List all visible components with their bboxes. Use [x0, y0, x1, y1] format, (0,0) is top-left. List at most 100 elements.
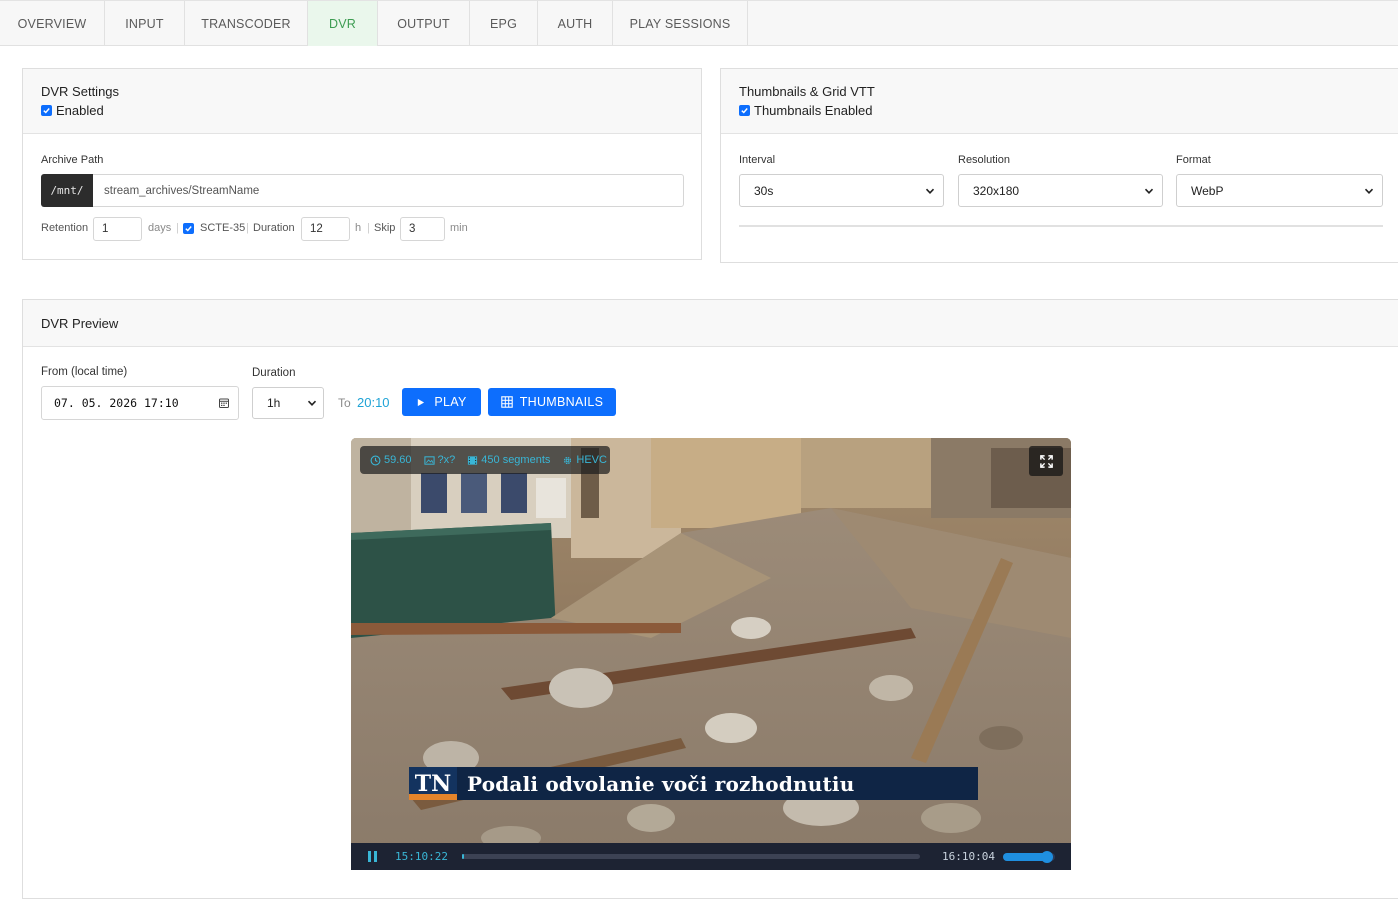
tab-play-sessions-label: PLAY SESSIONS	[629, 16, 731, 31]
tab-epg[interactable]: EPG	[470, 1, 538, 46]
tab-dvr[interactable]: DVR	[308, 1, 378, 46]
separator: |	[246, 222, 249, 234]
dvr-settings-card: DVR Settings Enabled Archive Path /mnt/ …	[22, 68, 702, 260]
progress-fill	[461, 854, 464, 859]
interval-value: 30s	[754, 183, 774, 198]
duration-input[interactable]: 12	[301, 217, 350, 241]
dvr-preview-title: DVR Preview	[41, 316, 119, 331]
skip-label: Skip	[374, 222, 396, 234]
format-label: Format	[1176, 154, 1211, 166]
thumbnails-card: Thumbnails & Grid VTT Thumbnails Enabled…	[720, 68, 1398, 263]
thumbnails-button-label: THUMBNAILS	[519, 395, 604, 409]
tab-auth[interactable]: AUTH	[538, 1, 613, 46]
separator: |	[367, 222, 370, 234]
volume-slider[interactable]	[1002, 850, 1055, 863]
tab-bar: OVERVIEW INPUT TRANSCODER DVR OUTPUT EPG…	[0, 0, 1398, 46]
dvr-preview-header: DVR Preview	[23, 300, 1398, 347]
channel-logo-text: TN	[414, 770, 452, 797]
image-icon	[423, 455, 435, 465]
gear-icon	[564, 456, 572, 464]
duration-select[interactable]: 1h	[252, 387, 324, 419]
thumbnails-button[interactable]: THUMBNAILS	[488, 388, 616, 416]
separator: |	[176, 222, 179, 234]
chevron-down-icon	[925, 188, 935, 194]
clock-icon	[370, 455, 381, 465]
resolution-select[interactable]: 320x180	[958, 174, 1163, 207]
thumbnails-enabled-label: Thumbnails Enabled	[754, 103, 873, 118]
resolution-info: ?x?	[423, 454, 456, 466]
archive-path-group: /mnt/ stream_archives/StreamName	[41, 174, 684, 207]
news-lower-third: TN Podali odvolanie voči rozhodnutiu	[409, 767, 978, 800]
archive-path-label: Archive Path	[41, 154, 104, 166]
pause-icon	[368, 850, 371, 862]
from-label: From (local time)	[41, 366, 128, 378]
skip-unit: min	[450, 222, 468, 234]
from-datetime-input[interactable]: 07. 05. 2026 17:10	[41, 386, 239, 420]
film-icon	[468, 455, 478, 465]
fullscreen-button[interactable]	[1029, 446, 1063, 476]
calendar-icon[interactable]	[218, 397, 230, 409]
to-label: To	[338, 396, 351, 410]
chevron-down-icon	[307, 400, 317, 406]
tab-output-label: OUTPUT	[397, 16, 450, 31]
progress-track[interactable]	[461, 854, 920, 859]
tab-transcoder-label: TRANSCODER	[201, 16, 291, 31]
retention-input[interactable]: 1	[93, 217, 142, 241]
dvr-settings-title: DVR Settings	[41, 84, 120, 99]
play-icon	[418, 398, 425, 406]
format-value: WebP	[1191, 183, 1224, 198]
to-time: 20:10	[357, 395, 390, 410]
codec-value: HEVC	[576, 454, 607, 466]
dvr-enabled-label: Enabled	[56, 103, 104, 118]
format-select[interactable]: WebP	[1176, 174, 1383, 207]
resolution-label: Resolution	[958, 154, 1010, 166]
tab-transcoder[interactable]: TRANSCODER	[185, 1, 308, 46]
skip-input[interactable]: 3	[400, 217, 445, 241]
tab-overview[interactable]: OVERVIEW	[0, 1, 105, 46]
play-button[interactable]: PLAY	[402, 388, 481, 416]
dvr-enabled-checkbox[interactable]	[41, 105, 52, 116]
end-time: 16:10:04	[941, 850, 995, 863]
check-icon	[185, 226, 192, 232]
fps-value: 59.60	[384, 454, 412, 466]
check-icon	[741, 108, 748, 114]
scte-checkbox[interactable]	[183, 223, 194, 234]
video-player[interactable]: 59.60 ?x? 450 segments HEVC TN Podali od…	[351, 438, 1071, 870]
player-controls: 15:10:22 16:10:04	[351, 843, 1071, 870]
thumbnails-title: Thumbnails & Grid VTT	[739, 84, 875, 99]
logo-accent-bar	[409, 794, 457, 800]
segments-info: 450 segments	[467, 454, 550, 466]
pause-icon	[374, 850, 377, 862]
tab-epg-label: EPG	[490, 16, 517, 31]
duration-select-value: 1h	[267, 396, 281, 410]
duration-select-label: Duration	[252, 367, 296, 379]
scte-label: SCTE-35	[200, 222, 246, 234]
current-time: 15:10:22	[395, 850, 448, 863]
tab-output[interactable]: OUTPUT	[378, 1, 470, 46]
fps-info: 59.60	[370, 454, 412, 466]
thumbnails-enabled-toggle[interactable]: Thumbnails Enabled	[739, 103, 1392, 118]
pause-button[interactable]	[368, 850, 380, 863]
interval-select[interactable]: 30s	[739, 174, 944, 207]
codec-info: HEVC	[562, 454, 607, 466]
thumbnails-progress-track	[739, 225, 1383, 227]
dvr-enabled-toggle[interactable]: Enabled	[41, 103, 683, 118]
fullscreen-icon	[1039, 454, 1053, 468]
check-icon	[43, 108, 50, 114]
tab-input-label: INPUT	[125, 16, 164, 31]
play-button-label: PLAY	[434, 395, 467, 409]
archive-path-input[interactable]: stream_archives/StreamName	[93, 174, 684, 207]
resolution-value: 320x180	[973, 183, 1020, 198]
tab-play-sessions[interactable]: PLAY SESSIONS	[613, 1, 748, 46]
path-prefix: /mnt/	[41, 174, 93, 207]
news-headline: Podali odvolanie voči rozhodnutiu	[467, 771, 855, 796]
grid-icon	[500, 396, 513, 408]
stream-info-overlay: 59.60 ?x? 450 segments HEVC	[360, 446, 610, 474]
thumbnails-enabled-checkbox[interactable]	[739, 105, 750, 116]
resolution-value: ?x?	[437, 454, 456, 466]
volume-handle[interactable]	[1041, 850, 1054, 863]
duration-unit: h	[355, 222, 362, 234]
segments-value: 450 segments	[481, 454, 551, 466]
interval-label: Interval	[739, 154, 776, 166]
tab-input[interactable]: INPUT	[105, 1, 185, 46]
